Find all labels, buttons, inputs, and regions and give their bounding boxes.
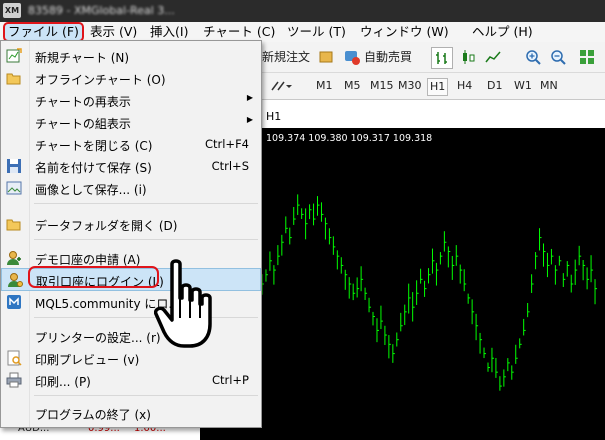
menu-separator (34, 395, 258, 396)
ohlc-readout: 109.374 109.380 109.317 109.318 (266, 133, 433, 144)
zoom-out-icon[interactable] (549, 48, 567, 66)
menu-item-new-chart[interactable]: 新規チャート (N) (1, 45, 261, 67)
timeframe-m15[interactable]: M15 (370, 78, 394, 94)
timeframe-m5[interactable]: M5 (344, 78, 361, 94)
menu-item-offline-chart[interactable]: オフラインチャート (O) (1, 67, 261, 89)
file-menu-dropdown: 新規チャート (N) オフラインチャート (O) チャートの再表示 ▶ チャート… (0, 40, 262, 428)
menu-item-print-preview[interactable]: 印刷プレビュー (v) (1, 347, 261, 369)
submenu-arrow-icon: ▶ (246, 93, 253, 102)
menu-item-label: プリンターの設定... (r) (35, 331, 161, 345)
menu-item-label: データフォルダを開く (D) (35, 219, 178, 233)
new-chart-icon (6, 48, 22, 64)
menu-shortcut: Ctrl+P (211, 373, 249, 387)
candlestick-icon[interactable] (459, 48, 477, 66)
menu-item-printer-setup[interactable]: プリンターの設定... (r) (1, 325, 261, 347)
save-image-icon (6, 180, 22, 196)
menu-item-chart-layout[interactable]: チャートの組表示 ▶ (1, 111, 261, 133)
folder-icon (6, 216, 22, 232)
timeframe-mn[interactable]: MN (540, 78, 558, 94)
menu-shortcut: Ctrl+F4 (204, 137, 249, 151)
save-icon (6, 158, 22, 174)
menu-item-label: 印刷... (P) (35, 375, 91, 389)
menu-separator (34, 203, 258, 204)
menu-item-print[interactable]: 印刷... (P) Ctrl+P (1, 369, 261, 391)
menu-separator (34, 239, 258, 240)
tile-windows-icon[interactable] (578, 48, 596, 66)
line-chart-icon[interactable] (484, 48, 502, 66)
timeframe-h1[interactable]: H1 (427, 78, 449, 96)
menu-item-label: 名前を付けて保存 (S) (35, 161, 152, 175)
bar-chart-icon[interactable] (431, 47, 453, 69)
menu-separator (34, 317, 258, 318)
auto-trading-button[interactable]: 自動売買 (364, 49, 412, 65)
timeframe-m1[interactable]: M1 (316, 78, 333, 94)
menu-item-label: オフラインチャート (O) (35, 73, 166, 87)
menu-shortcut: Ctrl+S (211, 159, 249, 173)
menu-view[interactable]: 表示 (V) (90, 24, 137, 40)
chart-window-header[interactable] (263, 100, 605, 129)
menu-insert[interactable]: 挿入(I) (150, 24, 188, 40)
hand-cursor-icon (154, 259, 212, 348)
timeframe-w1[interactable]: W1 (514, 78, 532, 94)
new-order-button[interactable]: 新規注文 (262, 49, 310, 65)
menu-item-save-as[interactable]: 名前を付けて保存 (S) Ctrl+S (1, 155, 261, 177)
zoom-in-icon[interactable] (524, 48, 542, 66)
menu-tools[interactable]: ツール (T) (287, 24, 346, 40)
menu-item-label: 画像として保存... (i) (35, 183, 147, 197)
timeframe-h4[interactable]: H4 (457, 78, 472, 94)
mql5-icon (6, 294, 22, 310)
menu-item-label: チャートの組表示 (35, 117, 131, 131)
menu-item-label: チャートを閉じる (C) (35, 139, 153, 153)
timeframe-d1[interactable]: D1 (487, 78, 502, 94)
menu-item-close-chart[interactable]: チャートを閉じる (C) Ctrl+F4 (1, 133, 261, 155)
title-bar: XM 83589 - XMGlobal-Real 3... (0, 0, 605, 22)
menu-item-mql5-login[interactable]: MQL5.community にロ... (1, 291, 261, 313)
menu-item-exit[interactable]: プログラムの終了 (x) (1, 402, 261, 424)
template-icon[interactable] (318, 49, 334, 65)
folder-open-icon (6, 70, 22, 86)
menu-item-save-image[interactable]: 画像として保存... (i) (1, 177, 261, 199)
demo-account-icon (6, 250, 22, 266)
menu-item-label: 新規チャート (N) (35, 51, 130, 65)
timeframe-m30[interactable]: M30 (398, 78, 422, 94)
menu-chart[interactable]: チャート (C) (203, 24, 275, 40)
menu-help[interactable]: ヘルプ (H) (472, 24, 533, 40)
auto-trading-icon[interactable] (343, 48, 361, 66)
line-tools-icon[interactable] (270, 78, 292, 94)
menu-item-label: プログラムの終了 (x) (35, 408, 151, 422)
app-logo: XM (3, 3, 21, 18)
menu-window[interactable]: ウィンドウ (W) (360, 24, 449, 40)
menu-item-label: 印刷プレビュー (v) (35, 353, 140, 367)
menu-item-refresh-chart[interactable]: チャートの再表示 ▶ (1, 89, 261, 111)
menu-item-open-data-folder[interactable]: データフォルダを開く (D) (1, 213, 261, 235)
highlight-callout (28, 266, 159, 288)
print-icon (6, 372, 22, 388)
chart-tab-label: H1 (266, 110, 282, 123)
menu-item-label: チャートの再表示 (35, 95, 131, 109)
menu-file[interactable]: ファイル (F) (3, 22, 84, 42)
submenu-arrow-icon: ▶ (246, 115, 253, 124)
window-title: 83589 - XMGlobal-Real 3... (28, 4, 175, 17)
print-preview-icon (6, 350, 22, 366)
login-icon (7, 272, 23, 288)
